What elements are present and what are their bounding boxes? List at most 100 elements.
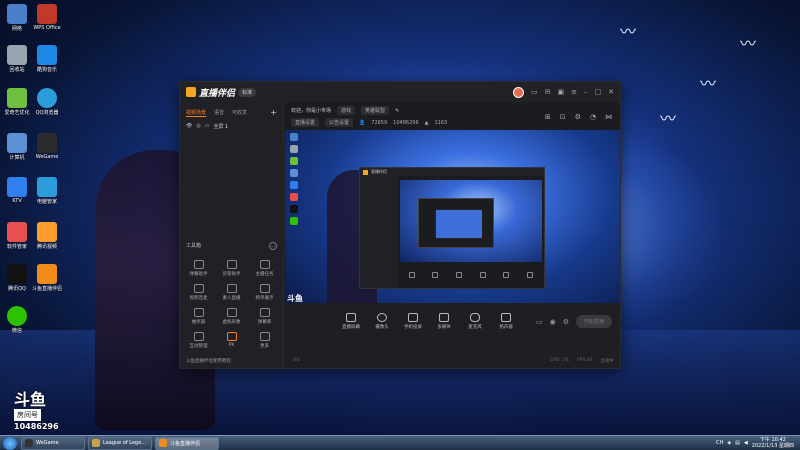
clock[interactable]: 下午 10:42 2022/1/13 星期四 xyxy=(752,437,794,449)
nested-sidebar xyxy=(360,176,398,288)
room-id: 10486296 xyxy=(393,119,419,126)
bell-icon[interactable]: ◔ xyxy=(590,113,596,121)
toolbox-more-icon[interactable]: … xyxy=(269,242,277,250)
desktop-icon-network[interactable]: 网络 xyxy=(2,4,32,32)
mail-icon[interactable]: ✉ xyxy=(545,88,551,96)
tab-send-receive[interactable]: 可收发 xyxy=(232,109,247,116)
volume-icon[interactable]: ◀ xyxy=(744,440,748,446)
desktop-icon-pc-manager[interactable]: 电脑管家 xyxy=(32,177,62,205)
monitor-icon: ▭ xyxy=(204,123,210,129)
desktop-icon-tencent-video[interactable]: 腾讯视频 xyxy=(32,222,62,250)
live-settings-button[interactable]: 直播设置 xyxy=(291,118,320,127)
desktop-icon-wegame[interactable]: WeGame xyxy=(32,133,62,160)
title-bar[interactable]: 直播伴侣 标准 ▭ ✉ ▣ ≡ – □ ✕ xyxy=(180,82,620,102)
camera-button[interactable]: 摄像头 xyxy=(371,313,393,330)
media-button[interactable]: 多媒体 xyxy=(433,313,455,330)
taskbar-item-douyu[interactable]: 斗鱼直播伴侣 xyxy=(155,436,219,450)
edit-icon[interactable]: ✎ xyxy=(395,108,399,114)
bird-decoration: 〰 xyxy=(660,109,677,128)
eye-icon[interactable]: ◉ xyxy=(550,318,556,326)
recycle-bin-icon xyxy=(7,45,27,65)
scene-item[interactable]: 👁 ◎ ▭ 全屏 1 xyxy=(180,120,283,133)
desktop-icon-kugou[interactable]: 酷狗音乐 xyxy=(32,45,62,73)
version-badge[interactable]: 标准 xyxy=(238,87,257,97)
settings-icon[interactable]: ⚙ xyxy=(575,113,581,121)
gift-icon xyxy=(193,308,204,317)
taskbar-item-league[interactable]: League of Lege... xyxy=(88,436,152,450)
tool-interaction[interactable]: 互动管理 xyxy=(182,332,215,349)
tool-amateur-live[interactable]: 素人直播 xyxy=(215,284,248,301)
nested-preview xyxy=(400,180,542,262)
nested-preview-window: 直播伴侣 xyxy=(359,167,545,289)
menu-icon[interactable]: ≡ xyxy=(571,88,577,96)
room-badge: 房间号 xyxy=(14,409,41,421)
desktop-icon-qq[interactable]: 腾讯QQ xyxy=(2,264,32,292)
tray-icon[interactable]: ◈ xyxy=(727,440,731,446)
subcategory-pill[interactable]: 英雄联盟 xyxy=(361,106,390,115)
notice-settings-button[interactable]: 公告设置 xyxy=(325,118,354,127)
gift-icon[interactable]: ⊞ xyxy=(545,113,551,121)
speaker-icon xyxy=(501,313,511,322)
tool-danmu-library[interactable]: 弹幕库 xyxy=(248,308,281,325)
desktop-icon-recycle-bin[interactable]: 回收站 xyxy=(2,45,32,73)
scene-toggle-icon[interactable]: ◎ xyxy=(196,123,200,130)
wegame-icon xyxy=(37,133,57,153)
desktop-icon-software-manager[interactable]: 软件管家 xyxy=(2,222,32,250)
tool-video-link[interactable]: 视频连麦 xyxy=(182,284,215,301)
tool-label: 更多 xyxy=(260,344,269,349)
eye-icon[interactable]: 👁 xyxy=(186,123,192,130)
task-label: 斗鱼直播伴侣 xyxy=(170,440,201,447)
desktop-icon-qq-browser[interactable]: QQ浏览器 xyxy=(32,88,62,116)
screen-capture-button[interactable]: 直播屏幕 xyxy=(340,313,362,330)
share-icon[interactable]: ⋈ xyxy=(605,113,612,121)
speaker-button[interactable]: 扬声器 xyxy=(495,313,517,330)
taskbar-item-wegame[interactable]: WeGame xyxy=(21,436,85,450)
desktop-icon-wechat[interactable]: 微信 xyxy=(2,306,32,334)
tool-pk[interactable]: PK xyxy=(215,332,248,349)
desktop-icon-ktv[interactable]: KTV xyxy=(2,177,32,204)
record-icon[interactable]: ▭ xyxy=(536,318,543,326)
start-live-button[interactable]: 开始直播 xyxy=(575,315,612,328)
category-pill[interactable]: 游戏 xyxy=(337,106,356,115)
wps-icon xyxy=(37,4,57,24)
task-label: WeGame xyxy=(36,440,59,446)
tab-video-scene[interactable]: 视频场景 xyxy=(186,109,207,117)
douyu-watermark: 斗鱼 房间号 10486296 xyxy=(14,392,59,431)
tutorial-link[interactable]: 斗鱼直播伴侣使用教程 xyxy=(186,358,231,364)
douyu-icon xyxy=(159,439,167,447)
gear-icon[interactable]: ⚙ xyxy=(563,318,569,326)
clock-date: 2022/1/13 星期四 xyxy=(751,443,794,449)
task-label: League of Lege... xyxy=(103,440,147,446)
tool-avatar[interactable]: 虚拟形象 xyxy=(215,308,248,325)
tool-streamer-task[interactable]: 主播任务 xyxy=(248,260,281,277)
maximize-icon[interactable]: □ xyxy=(595,88,602,96)
minimize-icon[interactable]: – xyxy=(584,88,588,96)
desktop-icon-douyu-companion[interactable]: 斗鱼直播伴侣 xyxy=(32,264,62,292)
desktop-icon-optimizer[interactable]: 爱奇艺优化 xyxy=(2,88,32,116)
desktop-icon-computer[interactable]: 计算机 xyxy=(2,133,32,161)
start-button[interactable] xyxy=(3,436,17,450)
tool-danmu-helper[interactable]: 弹幕助手 xyxy=(182,260,215,277)
fps-status: FPS:30 xyxy=(577,358,593,363)
tool-label: 互动管理 xyxy=(189,344,208,349)
avatar[interactable] xyxy=(513,86,524,98)
add-scene-icon[interactable]: + xyxy=(270,108,277,117)
network-tray-icon[interactable]: ▤ xyxy=(735,440,740,446)
tool-room-admin[interactable]: 房管助手 xyxy=(215,260,248,277)
close-icon[interactable]: ✕ xyxy=(608,88,614,96)
tool-rank-display[interactable]: 榜单展示 xyxy=(248,284,281,301)
taskbar: WeGame League of Lege... 斗鱼直播伴侣 CH ◈ ▤ ◀… xyxy=(0,435,800,450)
screen-icon[interactable]: ▣ xyxy=(558,88,565,96)
tab-voice[interactable]: 语音 xyxy=(214,109,224,116)
tool-more[interactable]: 更多 xyxy=(248,332,281,349)
desktop-icon-wps[interactable]: WPS Office xyxy=(32,4,62,31)
language-indicator[interactable]: CH xyxy=(716,440,723,446)
desktop-icon-label: 爱奇艺优化 xyxy=(4,110,30,116)
message-icon[interactable]: ▭ xyxy=(531,88,538,96)
phone-cast-button[interactable]: 手机投屏 xyxy=(402,313,424,330)
stream-preview[interactable]: 斗鱼 直播伴侣 xyxy=(285,130,620,317)
tool-lottery[interactable]: 抽奖器 xyxy=(182,308,215,325)
microphone-button[interactable]: 麦克风 xyxy=(464,313,486,330)
lock-icon[interactable]: ⊡ xyxy=(560,113,566,121)
link-icon xyxy=(193,284,204,293)
